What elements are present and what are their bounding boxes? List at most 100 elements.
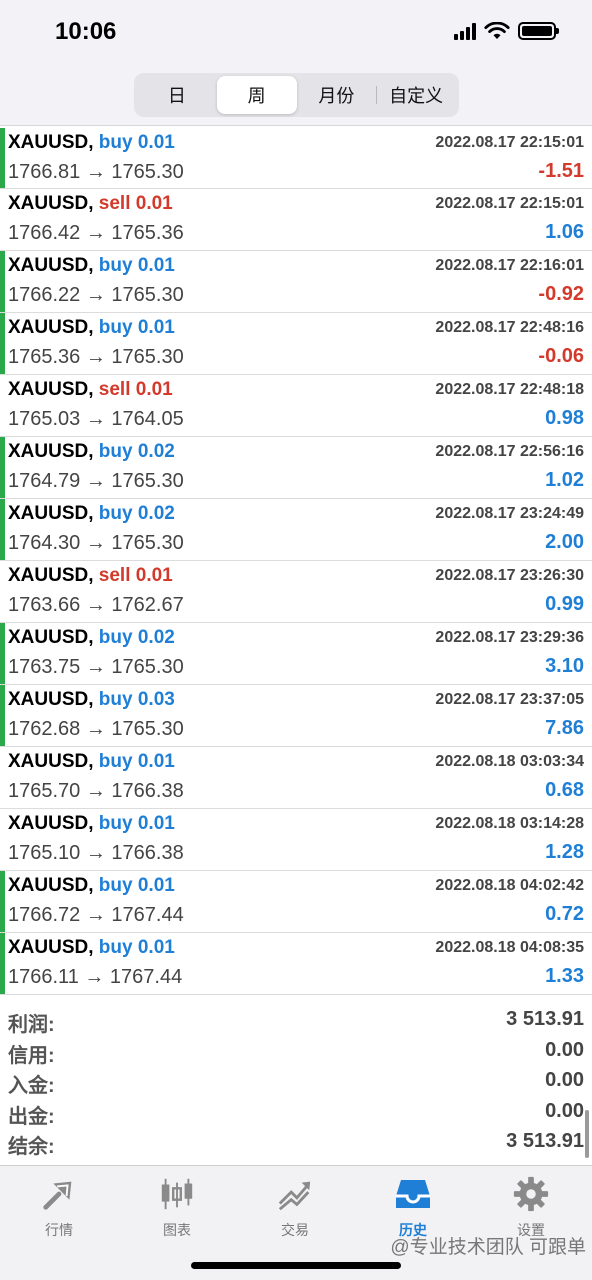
deal-symbol: XAUUSD, <box>8 627 94 648</box>
history-icon <box>393 1174 433 1214</box>
deal-side: buy 0.02 <box>98 503 175 524</box>
status-time: 10:06 <box>55 18 117 45</box>
deal-symbol-line: XAUUSD, sell 0.01 <box>8 193 173 215</box>
segment-1[interactable]: 周 <box>216 76 297 114</box>
deal-symbol: XAUUSD, <box>8 689 94 710</box>
deal-accent-bar <box>0 685 5 746</box>
deal-symbol: XAUUSD, <box>8 317 94 338</box>
deal-symbol-line: XAUUSD, buy 0.02 <box>8 441 175 463</box>
deal-profit: 1.06 <box>545 221 584 243</box>
deal-symbol: XAUUSD, <box>8 813 94 834</box>
deal-accent-bar <box>0 128 5 188</box>
segment-label: 周 <box>247 86 266 106</box>
scrollbar[interactable] <box>585 1110 589 1158</box>
deal-prices: 1764.30 → 1765.30 <box>8 532 184 554</box>
deal-time: 2022.08.17 22:48:18 <box>435 381 584 398</box>
deal-accent-bar <box>0 871 5 932</box>
deal-row[interactable]: XAUUSD, buy 0.03 1762.68 → 1765.30 2022.08… <box>0 685 592 747</box>
tab-quotes[interactable]: 行情 <box>0 1174 118 1244</box>
summary-label: 结余: <box>8 1136 55 1158</box>
deal-side: buy 0.01 <box>98 317 175 338</box>
tab-label: 图表 <box>163 1222 191 1238</box>
deal-row[interactable]: XAUUSD, sell 0.01 1765.03 → 1764.05 2022.0… <box>0 375 592 437</box>
deal-row[interactable]: XAUUSD, buy 0.01 1765.70 → 1766.38 2022.08… <box>0 747 592 809</box>
summary-value: 3 513.91 <box>506 1008 584 1030</box>
deal-profit: 0.68 <box>545 779 584 801</box>
deal-symbol-line: XAUUSD, buy 0.01 <box>8 875 175 897</box>
deal-profit: 1.33 <box>545 965 584 987</box>
tab-trade[interactable]: 交易 <box>236 1174 354 1244</box>
summary-label: 信用: <box>8 1044 55 1067</box>
deal-symbol: XAUUSD, <box>8 441 94 462</box>
segment-2[interactable]: 月份 <box>297 76 378 114</box>
deal-side: buy 0.01 <box>98 255 175 276</box>
deal-row[interactable]: XAUUSD, buy 0.02 1764.30 → 1765.30 2022.08… <box>0 499 592 561</box>
deal-symbol: XAUUSD, <box>8 565 94 586</box>
segment-label: 月份 <box>318 86 355 106</box>
deal-side: buy 0.01 <box>98 132 175 153</box>
tab-label: 行情 <box>45 1222 73 1238</box>
deal-row[interactable]: XAUUSD, buy 0.02 1764.79 → 1765.30 2022.08… <box>0 437 592 499</box>
deal-profit: 0.72 <box>545 903 584 925</box>
deal-symbol: XAUUSD, <box>8 751 94 772</box>
deal-side: sell 0.01 <box>98 565 173 586</box>
deal-prices: 1766.81 → 1765.30 <box>8 161 184 183</box>
tab-chart[interactable]: 图表 <box>118 1174 236 1244</box>
settings-icon <box>511 1174 551 1214</box>
deal-prices: 1766.22 → 1765.30 <box>8 284 184 306</box>
segment-label: 自定义 <box>389 86 444 106</box>
summary-label: 利润: <box>8 1014 55 1036</box>
deal-time: 2022.08.17 23:29:36 <box>435 629 584 646</box>
deal-row[interactable]: XAUUSD, buy 0.01 1765.36 → 1765.30 2022.08… <box>0 313 592 375</box>
cellular-signal-icon <box>454 22 476 40</box>
deal-symbol-line: XAUUSD, buy 0.01 <box>8 317 175 339</box>
deal-symbol: XAUUSD, <box>8 875 94 896</box>
deal-row[interactable]: XAUUSD, buy 0.01 1766.22 → 1765.30 2022.08… <box>0 251 592 313</box>
summary-value: 0.00 <box>545 1099 584 1122</box>
deal-row[interactable]: XAUUSD, buy 0.01 1766.72 → 1767.44 2022.08… <box>0 871 592 933</box>
status-icons <box>454 22 559 40</box>
deal-symbol: XAUUSD, <box>8 503 94 524</box>
deal-symbol: XAUUSD, <box>8 379 94 400</box>
deal-time: 2022.08.18 04:08:35 <box>435 939 584 956</box>
summary-label: 出金: <box>8 1105 55 1128</box>
deal-side: buy 0.01 <box>98 937 175 958</box>
deal-symbol: XAUUSD, <box>8 937 94 958</box>
deal-profit: -1.51 <box>538 160 584 182</box>
deal-symbol-line: XAUUSD, buy 0.01 <box>8 132 175 154</box>
deal-row[interactable]: XAUUSD, buy 0.02 1763.75 → 1765.30 2022.08… <box>0 623 592 685</box>
deal-symbol: XAUUSD, <box>8 132 94 153</box>
segment-0[interactable]: 日 <box>137 76 217 114</box>
deal-time: 2022.08.17 22:15:01 <box>435 195 584 212</box>
deal-profit: 2.00 <box>545 531 584 553</box>
deal-profit: 1.28 <box>545 841 584 863</box>
deal-row[interactable]: XAUUSD, buy 0.01 1766.81 → 1765.30 2022.08… <box>0 128 592 189</box>
tab-label: 交易 <box>281 1222 309 1238</box>
deal-row[interactable]: XAUUSD, buy 0.01 1765.10 → 1766.38 2022.08… <box>0 809 592 871</box>
deal-time: 2022.08.18 03:14:28 <box>435 815 584 832</box>
deal-time: 2022.08.17 23:24:49 <box>435 505 584 522</box>
summary-row: 信用: 0.00 <box>0 1037 592 1068</box>
segment-3[interactable]: 自定义 <box>376 76 456 114</box>
summary-value: 0.00 <box>545 1038 584 1061</box>
deal-row[interactable]: XAUUSD, buy 0.01 1766.11 → 1767.44 2022.08… <box>0 933 592 995</box>
deal-profit: 0.99 <box>545 593 584 615</box>
deal-symbol-line: XAUUSD, buy 0.01 <box>8 751 175 773</box>
deal-symbol-line: XAUUSD, buy 0.02 <box>8 503 175 525</box>
deal-row[interactable]: XAUUSD, sell 0.01 1766.42 → 1765.36 2022.0… <box>0 189 592 251</box>
home-indicator <box>191 1262 401 1269</box>
deal-symbol-line: XAUUSD, buy 0.01 <box>8 255 175 277</box>
deal-prices: 1766.42 → 1765.36 <box>8 222 184 244</box>
deal-profit: -0.06 <box>538 345 584 367</box>
deal-prices: 1765.10 → 1766.38 <box>8 842 184 864</box>
quotes-icon <box>39 1174 79 1214</box>
deal-prices: 1763.66 → 1762.67 <box>8 594 184 616</box>
deal-profit: 1.02 <box>545 469 584 491</box>
deal-time: 2022.08.17 22:15:01 <box>435 134 584 151</box>
deal-time: 2022.08.17 23:37:05 <box>435 691 584 708</box>
deal-side: sell 0.01 <box>98 193 173 214</box>
deal-row[interactable]: XAUUSD, sell 0.01 1763.66 → 1762.67 2022.0… <box>0 561 592 623</box>
deal-time: 2022.08.17 23:26:30 <box>435 567 584 584</box>
deal-prices: 1764.79 → 1765.30 <box>8 470 184 492</box>
period-segmented-control: 日 周 月份 自定义 <box>134 73 459 117</box>
